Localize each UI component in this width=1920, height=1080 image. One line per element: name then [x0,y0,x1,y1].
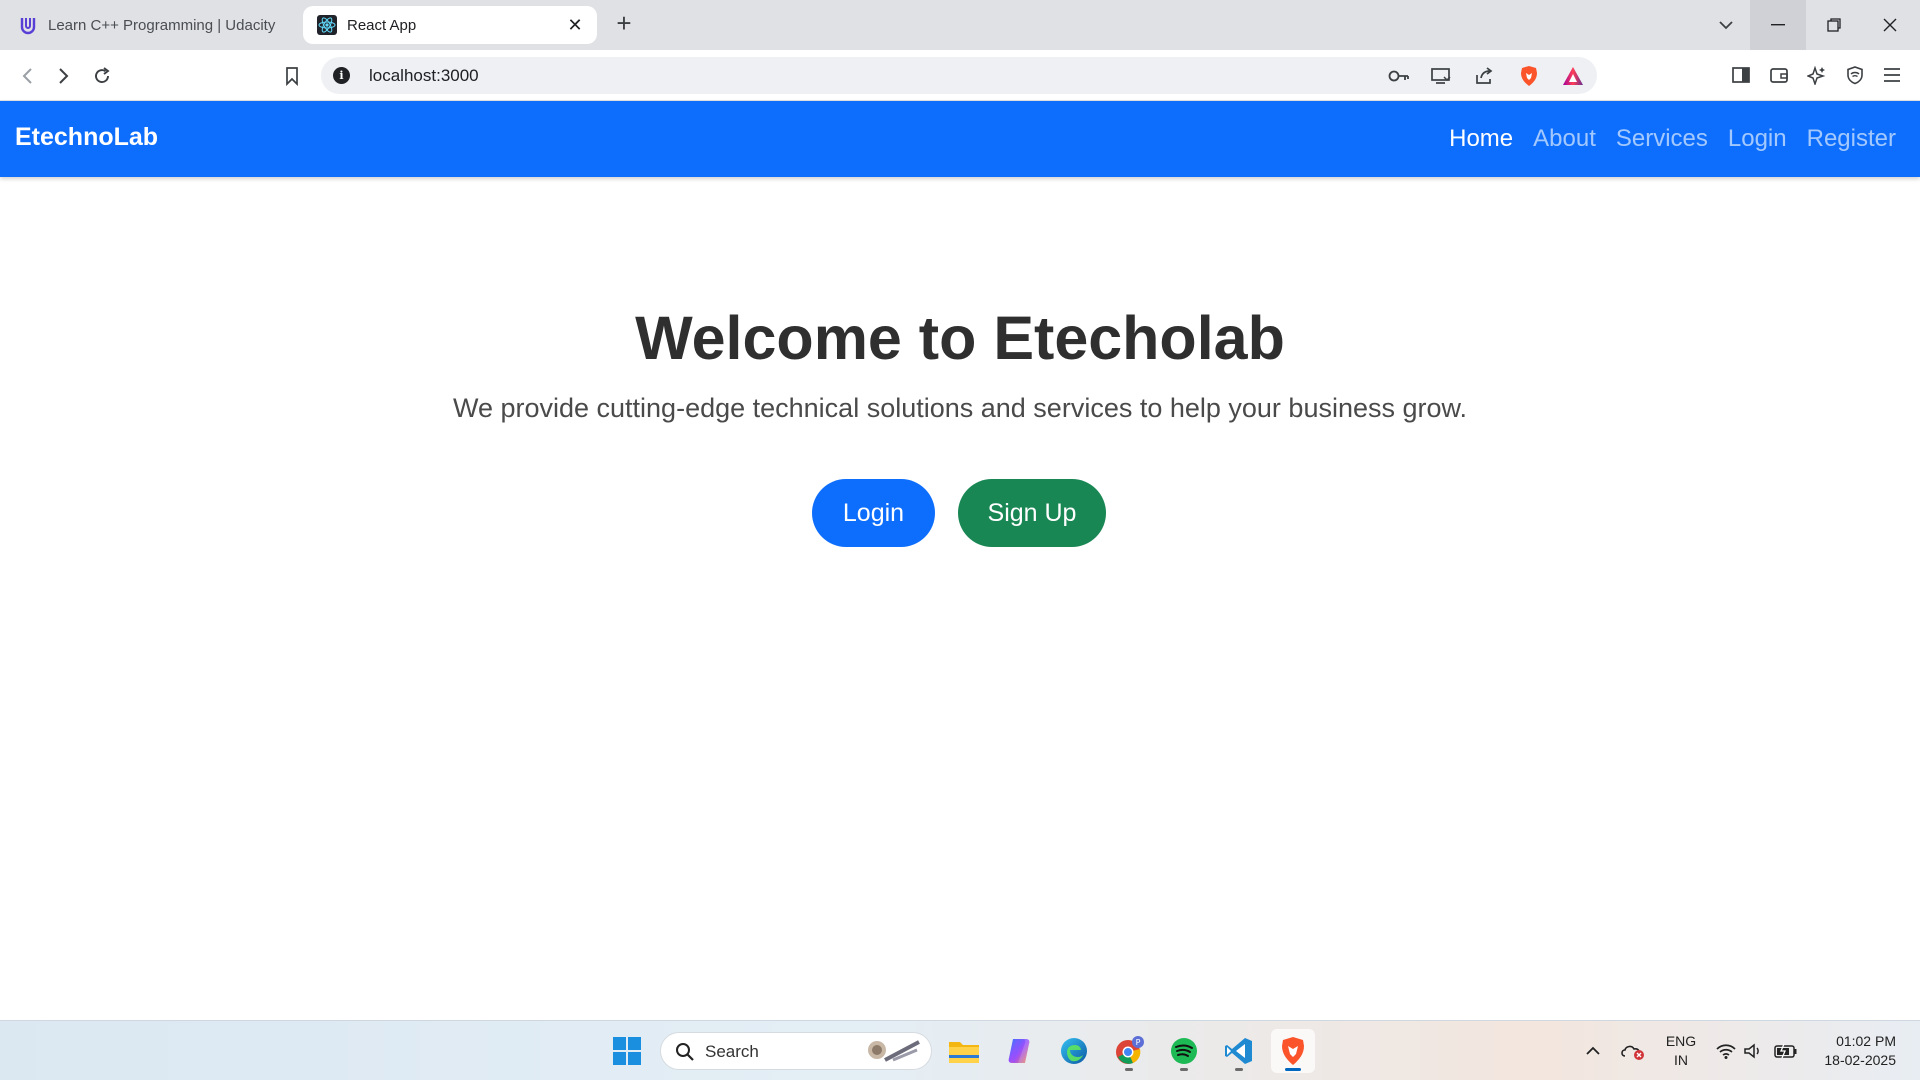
browser-toolbar: i localhost:3000 [0,50,1920,101]
nav-login[interactable]: Login [1728,125,1787,153]
hero-title: Welcome to Etecholab [635,304,1285,372]
region-code: IN [1674,1052,1688,1068]
file-explorer-icon[interactable] [942,1029,986,1073]
volume-icon[interactable] [1743,1039,1765,1063]
address-bar[interactable]: i localhost:3000 [321,57,1597,94]
restore-icon[interactable] [1806,0,1862,50]
new-tab-icon[interactable]: + [610,10,638,38]
chrome-icon[interactable]: P [1107,1029,1151,1073]
search-label: Search [705,1042,759,1061]
site-navbar: EtechnoLab Home About Services Login Reg… [0,101,1920,177]
bookmark-icon[interactable] [279,63,305,89]
brand-logo[interactable]: EtechnoLab [15,123,158,152]
chevron-up-icon[interactable] [1582,1039,1604,1063]
nav-about[interactable]: About [1533,125,1596,153]
brave-shields-icon[interactable] [1517,65,1541,87]
tab-title: Learn C++ Programming | Udacity [48,16,276,34]
tab-title: React App [347,16,417,34]
windows-taskbar: Search P ENG IN 01:02 PM 18-02-2025 [0,1020,1920,1080]
sidebar-icon[interactable] [1729,63,1753,87]
address-url[interactable]: localhost:3000 [369,66,479,86]
running-indicator [1235,1068,1243,1071]
share-icon[interactable] [1472,65,1496,87]
search-icon [675,1042,695,1067]
svg-text:P: P [1136,1038,1141,1047]
clock-date: 18-02-2025 [1824,1052,1896,1068]
back-icon[interactable] [14,63,40,89]
tab-react-app[interactable]: React App ✕ [303,6,597,44]
forward-icon[interactable] [51,63,77,89]
key-icon[interactable] [1387,65,1411,87]
nav-home[interactable]: Home [1449,125,1513,153]
battery-charging-icon[interactable] [1773,1039,1799,1063]
signup-button[interactable]: Sign Up [958,479,1106,547]
udacity-icon [18,15,38,35]
nav-links: Home About Services Login Register [1449,125,1896,153]
vscode-icon[interactable] [1217,1029,1261,1073]
search-highlight-icon [859,1036,925,1073]
system-clock[interactable]: 01:02 PM 18-02-2025 [1812,1032,1896,1070]
site-info-icon[interactable]: i [333,67,350,84]
running-indicator [1125,1068,1133,1071]
running-indicator [1180,1068,1188,1071]
login-button[interactable]: Login [812,479,935,547]
copilot-icon[interactable] [997,1029,1041,1073]
clock-time: 01:02 PM [1836,1033,1896,1049]
vpn-icon[interactable] [1843,63,1867,87]
menu-icon[interactable] [1880,63,1904,87]
active-indicator [1285,1068,1301,1071]
leo-ai-icon[interactable] [1805,63,1829,87]
windows-start-icon[interactable] [605,1029,649,1073]
browser-tab-strip: Learn C++ Programming | Udacity React Ap… [0,0,1920,50]
cast-icon[interactable] [1429,65,1453,87]
nav-services[interactable]: Services [1616,125,1708,153]
tab-udacity[interactable]: Learn C++ Programming | Udacity [8,6,298,44]
wallet-icon[interactable] [1767,63,1791,87]
taskbar-search[interactable]: Search [660,1032,932,1070]
react-icon [317,15,337,35]
edge-icon[interactable] [1052,1029,1096,1073]
language-code: ENG [1665,1033,1697,1049]
close-tab-icon[interactable]: ✕ [565,15,585,35]
wifi-icon[interactable] [1715,1039,1737,1063]
chevron-down-icon[interactable] [1712,12,1740,38]
nav-register[interactable]: Register [1807,125,1896,153]
spotify-icon[interactable] [1162,1029,1206,1073]
hero-subtitle: We provide cutting-edge technical soluti… [452,393,1468,423]
brave-browser-icon[interactable] [1271,1029,1315,1073]
reload-icon[interactable] [89,63,115,89]
close-window-icon[interactable] [1862,0,1918,50]
language-indicator[interactable]: ENG IN [1661,1032,1701,1070]
brave-rewards-icon[interactable] [1561,65,1585,87]
onedrive-error-icon[interactable] [1620,1039,1646,1063]
minimize-icon[interactable] [1750,0,1806,50]
